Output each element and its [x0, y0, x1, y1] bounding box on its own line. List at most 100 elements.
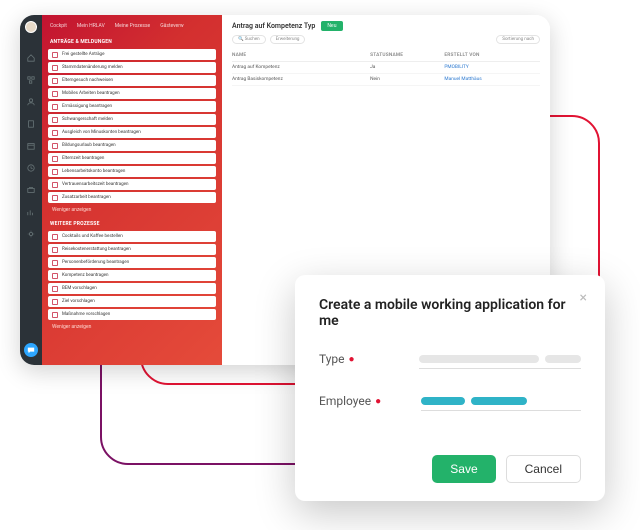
sidebar-item[interactable]: Zusatzarbeit beantragen	[48, 192, 216, 203]
topnav-item[interactable]: Meine Prozesse	[115, 23, 150, 29]
section-title: ANTRÄGE & MELDUNGEN	[48, 35, 216, 49]
sidebar-item[interactable]: Ziel vorschlagen	[48, 296, 216, 307]
cancel-button[interactable]: Cancel	[506, 455, 581, 483]
table-row[interactable]: Antrag BasiskompetenzNeinManuel Matthäus	[232, 74, 540, 86]
cell-name: Antrag Basiskompetenz	[232, 77, 370, 82]
sidebar-item-label: Maßnahme vorschlagen	[62, 312, 110, 317]
type-input[interactable]	[419, 349, 581, 369]
topnav-item[interactable]: Gästeverw	[160, 23, 184, 29]
sidebar-item[interactable]: Kompetenz beantragen	[48, 270, 216, 281]
settings-icon[interactable]	[27, 223, 35, 231]
sidebar-item[interactable]: Vertrauensarbeitszeit beantragen	[48, 179, 216, 190]
sidebar-item-label: Lebensarbeitskonto beantragen	[62, 169, 125, 174]
table-row[interactable]: Antrag auf KompetenzJaPMOBILITY	[232, 62, 540, 74]
cell-status: Nein	[370, 77, 444, 82]
doc-icon[interactable]	[27, 113, 35, 121]
collapse-link[interactable]: Weniger anzeigen	[48, 322, 216, 332]
item-icon	[52, 195, 58, 201]
sidebar-item-label: Personenbeförderung beantragen	[62, 260, 129, 265]
sidebar-item-label: Frei gestellte Anträge	[62, 52, 104, 57]
sidebar-item[interactable]: Lebensarbeitskonto beantragen	[48, 166, 216, 177]
topnav-item[interactable]: Mein HRLAV	[77, 23, 105, 29]
section-title: WEITERE PROZESSE	[48, 217, 216, 231]
filter-chip[interactable]: Erweiterung	[270, 35, 306, 44]
sort-chip[interactable]: Sortierung nach	[496, 35, 540, 44]
close-icon[interactable]: ×	[580, 291, 587, 305]
col-header: NAME	[232, 53, 370, 58]
sidebar-item[interactable]: Mobiles Arbeiten beantragen	[48, 88, 216, 99]
sidebar-item[interactable]: Cocktails und Kaffee bestellen	[48, 231, 216, 242]
nav-rail	[20, 15, 42, 365]
sidebar-item-label: Schwangerschaft melden	[62, 117, 113, 122]
top-nav: Cockpit Mein HRLAV Meine Prozesse Gästev…	[48, 21, 216, 35]
sidebar-item-label: Stammdatenänderung melden	[62, 65, 123, 70]
sidebar-item[interactable]: Elterngesuch nachweisen	[48, 75, 216, 86]
sidebar-item[interactable]: Bildungsurlaub beantragen	[48, 140, 216, 151]
sidebar-item[interactable]: Ausgleich von Minuskonten beantragen	[48, 127, 216, 138]
item-icon	[52, 52, 58, 58]
item-icon	[52, 286, 58, 292]
sidebar-item[interactable]: Personenbeförderung beantragen	[48, 257, 216, 268]
item-icon	[52, 182, 58, 188]
page-title: Antrag auf Kompetenz Typ	[232, 22, 315, 30]
save-button[interactable]: Save	[432, 455, 495, 483]
sidebar: Cockpit Mein HRLAV Meine Prozesse Gästev…	[42, 15, 222, 365]
sidebar-item[interactable]: Frei gestellte Anträge	[48, 49, 216, 60]
item-icon	[52, 260, 58, 266]
item-icon	[52, 117, 58, 123]
search-field[interactable]: 🔍 Suchen	[232, 35, 266, 44]
field-label: Employee	[319, 394, 371, 408]
col-header: STATUSNAME	[370, 53, 444, 58]
cell-creator[interactable]: PMOBILITY	[444, 65, 540, 70]
sidebar-item[interactable]: BEM vorschlagen	[48, 283, 216, 294]
item-icon	[52, 156, 58, 162]
create-application-modal: × Create a mobile working application fo…	[295, 275, 605, 501]
sidebar-item[interactable]: Reisekostenerstattung beantragen	[48, 244, 216, 255]
item-icon	[52, 104, 58, 110]
required-dot-icon: ●	[349, 354, 355, 365]
item-icon	[52, 65, 58, 71]
item-icon	[52, 91, 58, 97]
briefcase-icon[interactable]	[27, 179, 35, 187]
sidebar-item[interactable]: Ermässigung beantragen	[48, 101, 216, 112]
sidebar-item-label: Bildungsurlaub beantragen	[62, 143, 116, 148]
col-header: ERSTELLT VON	[444, 53, 540, 58]
item-icon	[52, 312, 58, 318]
new-button[interactable]: Neu	[321, 21, 342, 31]
sidebar-item[interactable]: Elternzeit beantragen	[48, 153, 216, 164]
home-icon[interactable]	[27, 47, 35, 55]
sidebar-item-label: Kompetenz beantragen	[62, 273, 108, 278]
sidebar-item-label: Zusatzarbeit beantragen	[62, 195, 111, 200]
type-field: Type ●	[319, 349, 581, 391]
cell-creator[interactable]: Manuel Matthäus	[444, 77, 540, 82]
user-icon[interactable]	[27, 91, 35, 99]
sidebar-item-label: Ziel vorschlagen	[62, 299, 95, 304]
sidebar-item[interactable]: Stammdatenänderung melden	[48, 62, 216, 73]
sidebar-item-label: BEM vorschlagen	[62, 286, 97, 291]
sidebar-item-label: Mobiles Arbeiten beantragen	[62, 91, 120, 96]
sidebar-item[interactable]: Maßnahme vorschlagen	[48, 309, 216, 320]
sidebar-item-label: Vertrauensarbeitszeit beantragen	[62, 182, 128, 187]
org-icon[interactable]	[27, 69, 35, 77]
item-icon	[52, 234, 58, 240]
sidebar-item[interactable]: Schwangerschaft melden	[48, 114, 216, 125]
item-icon	[52, 299, 58, 305]
sidebar-item-label: Cocktails und Kaffee bestellen	[62, 234, 123, 239]
employee-input[interactable]	[421, 391, 581, 411]
sidebar-item-label: Elterngesuch nachweisen	[62, 78, 113, 83]
modal-title: Create a mobile working application for …	[319, 297, 581, 349]
collapse-link[interactable]: Weniger anzeigen	[48, 205, 216, 215]
item-icon	[52, 143, 58, 149]
avatar[interactable]	[25, 21, 37, 33]
clock-icon[interactable]	[27, 157, 35, 165]
item-icon	[52, 169, 58, 175]
table-header: NAME STATUSNAME ERSTELLT VON	[232, 50, 540, 62]
sidebar-item-label: Reisekostenerstattung beantragen	[62, 247, 131, 252]
field-label: Type	[319, 352, 345, 366]
chat-bubble-icon[interactable]	[24, 343, 38, 357]
sidebar-item-label: Ausgleich von Minuskonten beantragen	[62, 130, 141, 135]
chart-icon[interactable]	[27, 201, 35, 209]
calendar-icon[interactable]	[27, 135, 35, 143]
topnav-item[interactable]: Cockpit	[50, 23, 67, 29]
item-icon	[52, 130, 58, 136]
